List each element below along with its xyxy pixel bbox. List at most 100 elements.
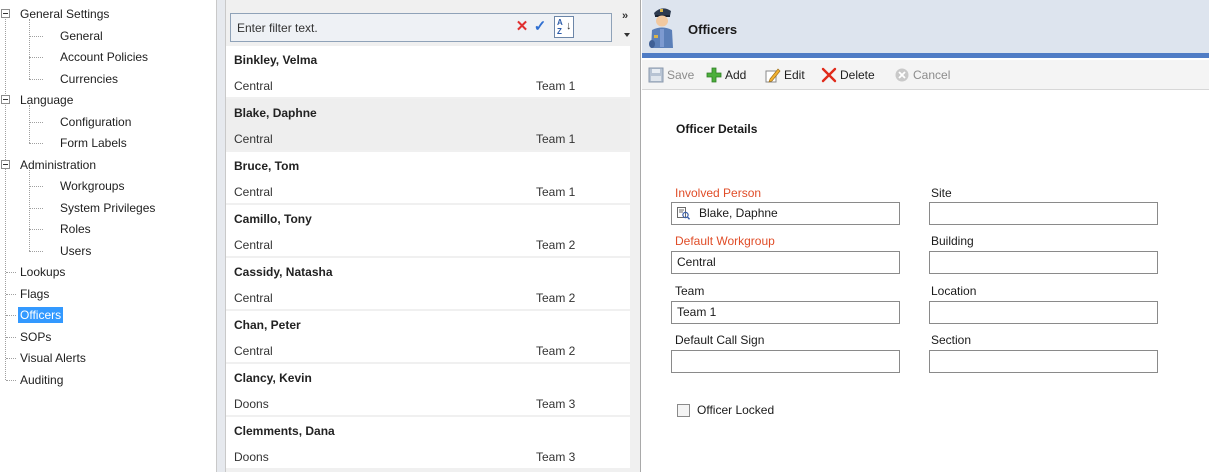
location-label: Location <box>931 284 977 298</box>
officer-name: Clancy, Kevin <box>234 371 312 385</box>
expand-chevron-icon[interactable]: » <box>622 10 628 22</box>
tree-item-flags[interactable]: Flags <box>18 286 51 302</box>
officer-list-item[interactable]: Bruce, Tom Central Team 1 <box>226 152 630 205</box>
tree-splitter[interactable] <box>217 0 226 472</box>
officer-workgroup: Doons <box>234 450 269 464</box>
officer-team: Team 2 <box>536 291 576 305</box>
default-workgroup-label: Default Workgroup <box>675 234 775 248</box>
officer-name: Camillo, Tony <box>234 212 312 226</box>
officer-list-panel: ✕ ✓ AZ ↓ » Binkley, VelmaCentralTeam 1Bl… <box>226 0 641 472</box>
tree-item-general-settings[interactable]: General Settings <box>18 6 111 22</box>
officer-list-item[interactable]: Blake, Daphne Central Team 1 <box>226 99 630 152</box>
officer-list-item[interactable]: Clemments, Dana Doons Team 3 <box>226 417 630 470</box>
save-button[interactable]: Save <box>648 66 694 84</box>
tree-item-configuration[interactable]: Configuration <box>58 114 133 130</box>
tree-connector <box>6 379 16 381</box>
collapse-toggle-icon[interactable] <box>1 159 10 169</box>
tree-root-line <box>5 14 6 380</box>
officer-list-item[interactable]: Camillo, Tony Central Team 2 <box>226 205 630 258</box>
officer-name: Chan, Peter <box>234 318 301 332</box>
cancel-button[interactable]: Cancel <box>894 66 950 84</box>
tree-item-language[interactable]: Language <box>18 92 75 108</box>
default-call-sign-field[interactable] <box>671 350 900 373</box>
involved-person-field[interactable]: Blake, Daphne <box>671 202 900 225</box>
default-call-sign-label: Default Call Sign <box>675 333 765 347</box>
involved-person-label: Involved Person <box>675 186 762 200</box>
officer-list: Binkley, Velma Central Team 1 Blake, Daphne… <box>226 46 630 472</box>
lookup-icon <box>677 207 690 220</box>
detail-header: Officers <box>642 0 1209 58</box>
sort-az-icon: AZ <box>557 18 563 36</box>
tree-connector <box>29 57 43 58</box>
add-button[interactable]: Add <box>706 66 746 84</box>
collapse-toggle-icon[interactable] <box>1 95 10 104</box>
tree-branch-line <box>29 105 30 143</box>
cancel-icon <box>895 68 909 82</box>
tree-connector <box>6 358 16 359</box>
officer-team: Team 3 <box>536 397 576 411</box>
cancel-label: Cancel <box>913 68 951 82</box>
officer-team: Team 1 <box>536 132 576 146</box>
tree-item-form-labels[interactable]: Form Labels <box>58 135 129 151</box>
delete-button[interactable]: Delete <box>821 66 875 84</box>
building-field[interactable] <box>929 251 1158 274</box>
officer-list-item[interactable]: Clancy, Kevin Doons Team 3 <box>226 364 630 417</box>
tree-item-users[interactable]: Users <box>58 243 93 259</box>
page-title: Officers <box>688 22 738 37</box>
tree-item-currencies[interactable]: Currencies <box>58 71 120 87</box>
officer-workgroup: Central <box>234 344 273 358</box>
tree-item-roles[interactable]: Roles <box>58 221 93 237</box>
apply-filter-icon[interactable]: ✓ <box>532 17 548 37</box>
officer-detail-panel: Officers Save Add Edit Delete Cancel Off… <box>642 0 1209 472</box>
filter-bar: ✕ ✓ AZ ↓ <box>230 13 612 42</box>
tree-item-general[interactable]: General <box>58 28 105 44</box>
involved-person-value: Blake, Daphne <box>699 206 778 220</box>
officer-name: Clemments, Dana <box>234 424 335 438</box>
sort-arrow-icon: ↓ <box>566 20 572 32</box>
tree-connector <box>6 272 16 273</box>
officer-workgroup: Central <box>234 132 273 146</box>
tree-connector <box>29 229 43 230</box>
tree-connector <box>29 250 43 252</box>
tree-item-account-policies[interactable]: Account Policies <box>58 49 150 65</box>
save-icon <box>648 67 664 83</box>
tree-item-lookups[interactable]: Lookups <box>18 264 67 280</box>
save-label: Save <box>667 68 695 82</box>
location-field[interactable] <box>929 301 1158 324</box>
tree-item-workgroups[interactable]: Workgroups <box>58 178 126 194</box>
dropdown-caret-icon[interactable] <box>624 33 630 37</box>
tree-connector <box>29 78 43 80</box>
tree-item-administration[interactable]: Administration <box>18 157 98 173</box>
section-title: Officer Details <box>676 122 758 136</box>
tree-item-visual-alerts[interactable]: Visual Alerts <box>18 350 88 366</box>
tree-branch-line <box>29 19 30 79</box>
default-workgroup-field[interactable]: Central <box>671 251 900 274</box>
officer-workgroup: Central <box>234 238 273 252</box>
officer-list-item[interactable]: Cassidy, Natasha Central Team 2 <box>226 258 630 311</box>
clear-filter-icon[interactable]: ✕ <box>514 17 530 37</box>
edit-button[interactable]: Edit <box>765 66 805 84</box>
officer-team: Team 2 <box>536 344 576 358</box>
settings-tree: General Settings General Account Policies C… <box>0 0 217 472</box>
site-field[interactable] <box>929 202 1158 225</box>
officer-locked-label: Officer Locked <box>697 403 775 417</box>
section-field[interactable] <box>929 350 1158 373</box>
tree-item-system-privileges[interactable]: System Privileges <box>58 200 157 216</box>
tree-item-sops[interactable]: SOPs <box>18 329 53 345</box>
tree-item-auditing[interactable]: Auditing <box>18 372 65 388</box>
officer-list-item[interactable]: Chan, Peter Central Team 2 <box>226 311 630 364</box>
sort-az-button[interactable]: AZ ↓ <box>554 16 574 38</box>
filter-input[interactable] <box>237 19 497 36</box>
team-label: Team <box>675 284 705 298</box>
collapse-toggle-icon[interactable] <box>1 9 10 18</box>
tree-connector <box>6 315 16 316</box>
tree-connector <box>29 207 43 209</box>
officer-locked-checkbox[interactable] <box>677 404 690 417</box>
section-label: Section <box>931 333 972 347</box>
tree-item-officers[interactable]: Officers <box>18 307 64 323</box>
officer-list-item[interactable]: Binkley, Velma Central Team 1 <box>226 46 630 99</box>
team-field[interactable]: Team 1 <box>671 301 900 324</box>
delete-x-icon <box>821 67 837 83</box>
officer-workgroup: Central <box>234 79 273 93</box>
tree-connector <box>29 143 43 144</box>
